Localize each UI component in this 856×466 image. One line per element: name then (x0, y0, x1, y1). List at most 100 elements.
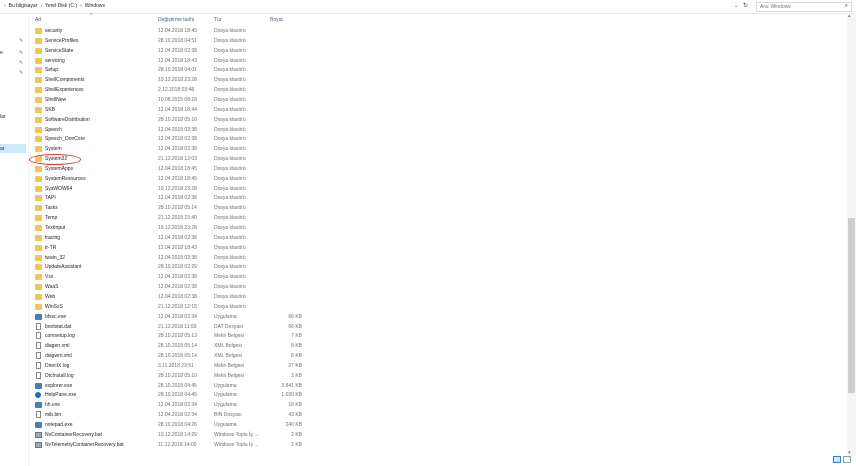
scroll-up-icon[interactable]: ▴ (848, 13, 851, 19)
file-name: DirectX.log (45, 362, 70, 369)
file-date: 21.12.2018 12:15 (158, 303, 197, 310)
file-name: Setup (45, 67, 59, 74)
file-row[interactable]: TAPI 12.04.2018 02:38 Dosya klasörü (33, 194, 323, 203)
file-type: BIN Dosyası (214, 412, 242, 419)
file-row[interactable]: SoftwareDistribution 28.10.2018 05:16 Dosy… (33, 116, 323, 125)
pin-icon[interactable]: ✎ (19, 60, 23, 66)
search-input[interactable] (757, 3, 840, 11)
file-type: Dosya klasörü (214, 284, 246, 291)
file-row[interactable]: hh.exe 12.04.2018 02:34 Uygulama 18 KB (33, 401, 323, 410)
file-row[interactable]: comsetup.log 28.10.2018 05:13 Metin Belges… (33, 332, 323, 341)
pin-icon[interactable]: ✎ (19, 50, 23, 56)
column-size[interactable]: Boyut (270, 17, 283, 23)
search-icon[interactable]: ⌕ (845, 3, 848, 10)
bat-icon (35, 431, 42, 438)
folder-icon (35, 165, 42, 172)
file-row[interactable]: WinSxS 21.12.2018 12:15 Dosya klasörü (33, 303, 323, 312)
file-name: explorer.exe (45, 382, 73, 389)
file-row[interactable]: mib.bin 12.04.2018 02:34 BIN Dosyası 43 KB (33, 411, 323, 420)
file-row[interactable]: tracing 12.04.2018 02:38 Dosya klasörü (33, 234, 323, 243)
file-type: Dosya klasörü (214, 264, 246, 271)
file-date: 3.11.2018 23:51 (158, 362, 194, 369)
breadcrumb-item-disk[interactable]: Yerel Disk (C:) (45, 3, 77, 9)
nav-item[interactable]: ar (0, 146, 4, 152)
file-row[interactable]: ShellComponents 19.12.2018 23:28 Dosya kla… (33, 76, 323, 85)
breadcrumb-item-windows[interactable]: Windows (85, 3, 105, 9)
file-row[interactable]: System 12.04.2018 02:38 Dosya klasörü (33, 145, 323, 154)
file-type: Dosya klasörü (214, 195, 246, 202)
file-row[interactable]: servicing 12.04.2018 18:43 Dosya klasörü (33, 57, 323, 66)
file-type: Uygulama (214, 313, 237, 320)
file-row[interactable]: Tasks 28.10.2018 05:14 Dosya klasörü (33, 204, 323, 213)
file-name: ShellNew (45, 96, 67, 103)
file-row[interactable]: Speech 12.04.2018 02:38 Dosya klasörü (33, 126, 323, 135)
file-row[interactable]: Vss 12.04.2018 02:38 Dosya klasörü (33, 273, 323, 282)
file-icon (36, 322, 41, 330)
file-row[interactable]: NvTelemetryContainerRecovery.bat 11.12.20… (33, 441, 323, 450)
scrollbar-thumb[interactable] (848, 218, 855, 393)
file-row[interactable]: SysWOW64 19.12.2018 23:28 Dosya klasörü (33, 185, 323, 194)
file-row[interactable]: NvContainerRecovery.bat 10.12.2018 14:29 W… (33, 431, 323, 440)
file-row[interactable]: diagerr.xml 28.10.2018 05:14 XML Belgesi 8 … (33, 342, 323, 351)
file-type: Dosya klasörü (214, 215, 246, 222)
file-type: XML Belgesi (214, 343, 242, 350)
help-icon (35, 392, 41, 399)
vertical-scrollbar[interactable]: ▴ ▾ (847, 13, 856, 456)
file-row[interactable]: ShellNew 10.08.2015 08:18 Dosya klasörü (33, 96, 323, 105)
file-date: 12.04.2018 02:34 (158, 313, 197, 320)
folder-icon (35, 215, 42, 222)
file-row[interactable]: tr-TR 12.04.2018 18:43 Dosya klasörü (33, 244, 323, 253)
file-row[interactable]: twain_32 12.04.2018 02:38 Dosya klasörü (33, 254, 323, 263)
folder-icon (35, 244, 42, 251)
file-size: 7 KB (291, 333, 302, 340)
file-date: 12.04.2018 02:38 (158, 47, 197, 54)
file-type: Dosya klasörü (214, 244, 246, 251)
file-type: Dosya klasörü (214, 96, 246, 103)
file-row[interactable]: explorer.exe 28.10.2018 04:45 Uygulama 3.84… (33, 382, 323, 391)
pin-icon[interactable]: ✎ (19, 38, 23, 44)
file-type: Uygulama (214, 422, 237, 428)
large-icons-view-icon[interactable] (843, 456, 851, 463)
file-row[interactable]: Temp 21.12.2018 15:40 Dosya klasörü (33, 214, 323, 223)
file-row[interactable]: SKB 12.04.2018 18:44 Dosya klasörü (33, 106, 323, 115)
breadcrumb-item-pc[interactable]: Bu bilgisayar (9, 3, 38, 9)
file-row[interactable]: Speech_OneCore 12.04.2018 02:38 Dosya klas… (33, 135, 323, 144)
column-type[interactable]: Tür (214, 17, 222, 23)
file-row[interactable]: HelpPane.exe 28.10.2018 04:45 Uygulama 1.03… (33, 391, 323, 400)
column-name[interactable]: Ad (35, 17, 41, 23)
details-view-icon[interactable] (833, 456, 841, 463)
file-row[interactable]: bootstat.dat 21.12.2018 11:59 DAT Dosyası 6… (33, 322, 323, 332)
file-row[interactable]: security 12.04.2018 18:45 Dosya klasörü (33, 27, 323, 36)
file-row[interactable]: DirectX.log 3.11.2018 23:51 Metin Belgesi 2… (33, 361, 323, 371)
column-date[interactable]: Değiştirme tarihi (158, 17, 194, 23)
file-icon (36, 411, 41, 419)
file-row[interactable]: SystemResources 12.04.2018 18:45 Dosya kla… (33, 175, 323, 184)
file-row[interactable]: ShellExperiences 2.12.2018 03:48 Dosya kla… (33, 86, 323, 95)
refresh-icon[interactable]: ↻ (743, 2, 748, 9)
file-row[interactable]: TextInput 19.12.2018 23:28 Dosya klasörü (33, 224, 323, 233)
file-row[interactable]: notepad.exe 28.10.2018 04:26 Uygulama 240 K… (33, 421, 323, 430)
file-row[interactable]: UpdateAssistant 28.10.2018 02:29 Dosya kla… (33, 263, 323, 272)
file-row[interactable]: bfsvc.exe 12.04.2018 02:34 Uygulama 66 KB (33, 313, 323, 322)
file-row[interactable]: diagwrn.xml 28.10.2018 05:14 XML Belgesi 8 … (33, 352, 323, 361)
address-bar[interactable]: › Bu bilgisayar › Yerel Disk (C:) › Wind… (0, 0, 856, 14)
file-row[interactable]: Setup 28.10.2018 04:01 Dosya klasörü (33, 66, 323, 75)
search-box[interactable]: ⌕ (756, 2, 852, 12)
file-row[interactable]: SystemApps 12.04.2018 18:45 Dosya klasörü (33, 165, 323, 174)
pin-icon[interactable]: ✎ (19, 70, 23, 76)
file-row[interactable]: Web 12.04.2018 02:38 Dosya klasörü (33, 293, 323, 302)
chevron-down-icon[interactable]: ⌄ (734, 3, 738, 9)
file-row[interactable]: ServiceState 12.04.2018 02:38 Dosya klasör… (33, 47, 323, 56)
file-row[interactable]: ServiceProfiles 28.10.2018 04:51 Dosya kla… (33, 37, 323, 46)
nav-item[interactable]: lar (0, 114, 6, 120)
chevron-right-icon[interactable]: › (80, 3, 82, 9)
file-type: Dosya klasörü (214, 37, 246, 44)
file-date: 12.04.2018 18:43 (158, 244, 197, 251)
chevron-right-icon[interactable]: › (4, 3, 6, 9)
file-row[interactable]: DtcInstall.log 28.10.2018 05:10 Metin Belg… (33, 371, 323, 381)
chevron-right-icon[interactable]: › (40, 3, 42, 9)
file-row[interactable]: WaaS 12.04.2018 02:38 Dosya klasörü (33, 283, 323, 292)
nav-item[interactable]: e (0, 50, 3, 56)
file-name: NvTelemetryContainerRecovery.bat (45, 441, 124, 448)
file-name: SysWOW64 (45, 185, 73, 192)
